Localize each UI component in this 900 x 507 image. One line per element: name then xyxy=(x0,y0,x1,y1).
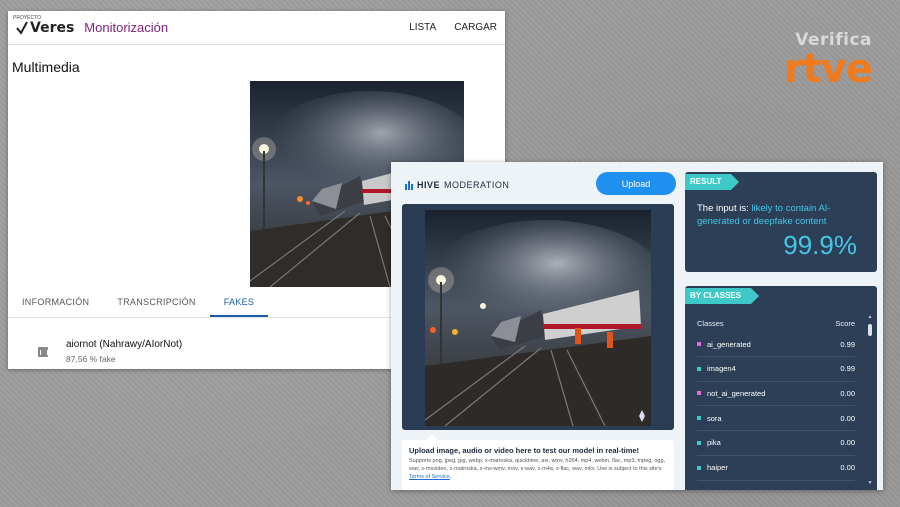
class-name: sora xyxy=(707,413,722,423)
nav-cargar[interactable]: CARGAR xyxy=(454,22,497,33)
upload-info-heading: Upload image, audio or video here to tes… xyxy=(409,446,640,455)
fake-result: aiornot (Nahrawy/AIorNot) 87,56 % fake xyxy=(38,339,182,364)
class-score: 0.00 xyxy=(840,463,855,472)
classes-tag: BY CLASSES xyxy=(685,288,759,304)
scroll-up-icon[interactable]: ▲ xyxy=(867,314,873,320)
class-score: 0.99 xyxy=(840,339,855,349)
hive-logo-bold: HIVE xyxy=(417,180,441,190)
top-nav: LISTA CARGAR xyxy=(409,22,497,33)
veres-header: PROYECTO Veres Monitorización LISTA CARG… xyxy=(8,11,505,45)
class-name: haiper xyxy=(707,463,728,472)
result-prefix: The input is: xyxy=(697,203,749,214)
result-tag: RESULT xyxy=(685,174,740,190)
supported-formats-text: Supports png, jpeg, jpg, webp, x-matrosk… xyxy=(409,458,666,472)
class-row: pika 0.00 xyxy=(697,431,855,456)
class-color-dot xyxy=(697,391,701,396)
veres-logo-text: Veres xyxy=(30,19,75,36)
veres-logo-small: PROYECTO xyxy=(13,15,41,21)
class-row: sora 0.00 xyxy=(697,406,855,432)
classes-header: Classes Score xyxy=(697,319,855,328)
class-color-dot xyxy=(697,342,701,346)
class-row: haiper 0.00 xyxy=(697,456,855,481)
scroll-thumb[interactable] xyxy=(868,324,872,336)
class-row: not_ai_generated 0.00 xyxy=(697,381,855,407)
nav-lista[interactable]: LISTA xyxy=(409,22,436,33)
class-score: 0.00 xyxy=(840,388,855,398)
bar-chart-icon xyxy=(38,347,48,357)
section-title: Multimedia xyxy=(12,59,80,75)
classes-header-label: Classes xyxy=(697,319,724,328)
upload-info-text: Supports png, jpeg, jpg, webp, x-matrosk… xyxy=(409,458,666,480)
class-score: 0.00 xyxy=(840,413,855,423)
app-title: Monitorización xyxy=(84,20,169,35)
class-row: imagen4 0.99 xyxy=(697,357,855,382)
hive-window: HIVE MODERATION Upload Upload image, aud… xyxy=(391,162,883,490)
class-color-dot xyxy=(697,366,701,371)
upload-info-box: Upload image, audio or video here to tes… xyxy=(402,434,674,490)
uploaded-image-frame xyxy=(402,204,674,430)
class-color-dot xyxy=(697,416,701,421)
class-color-dot xyxy=(697,440,701,445)
uploaded-image xyxy=(425,210,651,426)
class-name: imagen4 xyxy=(707,364,736,374)
tab-informacion[interactable]: INFORMACIÓN xyxy=(8,291,103,317)
class-score: 0.99 xyxy=(840,364,855,374)
veres-logo[interactable]: PROYECTO Veres xyxy=(13,15,75,36)
scroll-down-icon[interactable]: ▼ xyxy=(867,480,873,486)
class-color-dot xyxy=(697,465,701,470)
model-score: 87,56 % fake xyxy=(66,354,116,364)
result-percent: 99.9% xyxy=(783,230,857,260)
classes-header-score: Score xyxy=(835,319,855,328)
class-name: ai_generated xyxy=(707,339,751,349)
class-name: not_ai_generated xyxy=(707,388,766,398)
classes-scrollbar[interactable]: ▲ ▼ xyxy=(867,314,873,486)
classes-panel: BY CLASSES Classes Score ai_generated 0.9… xyxy=(685,286,877,490)
veres-check-icon xyxy=(16,21,28,35)
upload-button[interactable]: Upload xyxy=(596,172,676,195)
hive-logo[interactable]: HIVE MODERATION xyxy=(405,180,509,190)
result-text: The input is: likely to contain AI-gener… xyxy=(697,202,867,228)
rtve-verifica-logo: Verifica rtve xyxy=(783,30,873,92)
tab-fakes[interactable]: FAKES xyxy=(209,291,269,317)
rtve-text: rtve xyxy=(783,46,873,92)
class-score: 0.00 xyxy=(840,438,855,448)
terms-link[interactable]: Terms of Service xyxy=(409,474,450,480)
result-panel: RESULT The input is: likely to contain A… xyxy=(685,172,877,272)
class-name: pika xyxy=(707,438,721,448)
model-name: aiornot (Nahrawy/AIorNot) xyxy=(66,339,183,350)
hive-logo-rest: MODERATION xyxy=(444,180,510,190)
hive-logo-icon xyxy=(405,180,413,190)
tab-transcripcion[interactable]: TRANSCRIPCIÓN xyxy=(103,291,209,317)
class-row: ai_generated 0.99 xyxy=(697,332,855,357)
